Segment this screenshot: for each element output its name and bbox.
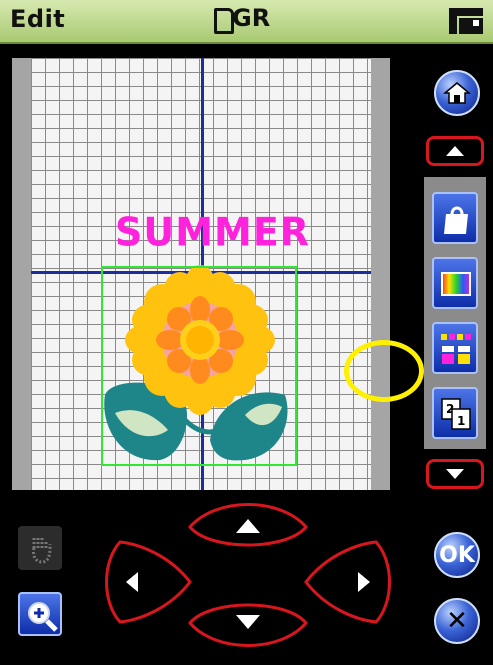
- color-sort-icon: [441, 334, 471, 364]
- sd-card-icon: [214, 8, 234, 34]
- title-bar: Edit GR: [0, 0, 493, 44]
- color-sort-button[interactable]: [432, 322, 478, 374]
- selection-frame: [101, 266, 297, 466]
- scroll-down-button[interactable]: [426, 459, 484, 489]
- zoom-button[interactable]: [18, 592, 62, 636]
- move-left-button[interactable]: [100, 540, 192, 624]
- hand-tool-button[interactable]: [18, 526, 62, 570]
- hand-icon: [32, 536, 52, 564]
- highlight-circle: [344, 340, 424, 402]
- move-up-button[interactable]: [186, 503, 310, 553]
- svg-text:1: 1: [457, 414, 465, 428]
- magnifier-plus-icon: [28, 602, 58, 632]
- bag-icon: [444, 206, 468, 234]
- thread-color-button[interactable]: [432, 257, 478, 309]
- move-right-button[interactable]: [304, 540, 396, 624]
- ok-button[interactable]: OK: [434, 532, 480, 578]
- layer-order-button[interactable]: 2 1: [432, 387, 478, 439]
- home-button[interactable]: [434, 70, 480, 116]
- design-bag-button[interactable]: [432, 192, 478, 244]
- embroidery-machine-icon: [449, 8, 483, 34]
- scroll-up-button[interactable]: [426, 136, 484, 166]
- color-palette-icon: [441, 272, 471, 296]
- summer-text-design[interactable]: SUMMER: [115, 210, 310, 255]
- home-icon: [442, 82, 472, 104]
- cancel-button[interactable]: ✕: [434, 598, 480, 644]
- layer-order-icon: 2 1: [441, 398, 471, 430]
- triangle-down-icon: [446, 469, 464, 479]
- storage-label: GR: [232, 4, 271, 32]
- triangle-up-icon: [446, 146, 464, 156]
- screen-title: Edit: [10, 5, 66, 33]
- move-down-button[interactable]: [186, 597, 310, 647]
